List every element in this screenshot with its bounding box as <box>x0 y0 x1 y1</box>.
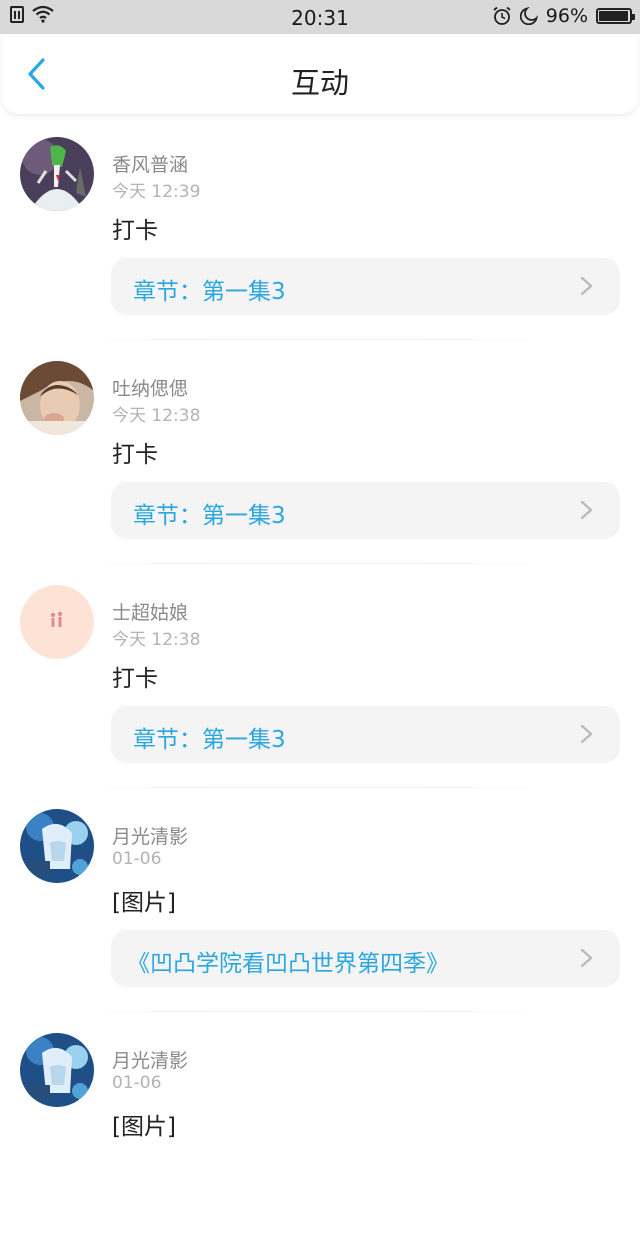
chapter-label: 《凹凸学院看凹凸世界第四季》 <box>127 951 449 977</box>
message-text: 打卡 <box>112 442 158 468</box>
battery-icon <box>596 8 635 24</box>
chapter-link-card[interactable]: 章节：第一集3 <box>111 258 620 315</box>
avatar[interactable] <box>20 361 94 435</box>
page-title: 互动 <box>290 66 349 100</box>
avatar[interactable] <box>20 585 94 659</box>
chapter-label: 章节：第一集3 <box>133 503 286 529</box>
portrait-avatar-image <box>20 361 94 435</box>
interaction-feed: 香风普涵 今天 12:39 打卡 章节：第一集3 吐纳偲偲 今天 12:38 打… <box>0 118 640 1238</box>
divider <box>108 563 528 564</box>
chapter-link-card[interactable]: 章节：第一集3 <box>111 706 620 763</box>
timestamp: 今天 12:38 <box>112 630 201 650</box>
feed-item: 月光清影 01-06 [图片] <box>0 1014 640 1238</box>
message-text: 打卡 <box>112 218 158 244</box>
divider <box>108 787 528 788</box>
gardevoir-avatar-image <box>20 137 94 211</box>
chapter-link-card[interactable]: 《凹凸学院看凹凸世界第四季》 <box>111 930 620 987</box>
feed-item: 月光清影 01-06 [图片] 《凹凸学院看凹凸世界第四季》 <box>0 790 640 1014</box>
status-bar: 20:31 96% <box>0 0 640 34</box>
chevron-right-icon <box>580 948 593 968</box>
username[interactable]: 吐纳偲偲 <box>112 374 188 401</box>
feed-item: 士超姑娘 今天 12:38 打卡 章节：第一集3 <box>0 566 640 790</box>
username[interactable]: 士超姑娘 <box>112 598 188 625</box>
couple-avatar-image <box>20 585 94 659</box>
username[interactable]: 月光清影 <box>112 822 188 849</box>
avatar[interactable] <box>20 137 94 211</box>
chevron-right-icon <box>580 500 593 520</box>
username[interactable]: 香风普涵 <box>112 150 188 177</box>
feed-item: 香风普涵 今天 12:39 打卡 章节：第一集3 <box>0 118 640 342</box>
chapter-label: 章节：第一集3 <box>133 279 286 305</box>
alarm-icon <box>493 6 511 25</box>
avatar[interactable] <box>20 809 94 883</box>
chapter-label: 章节：第一集3 <box>133 727 286 753</box>
battery-percent: 96% <box>545 5 588 27</box>
message-text: [图片] <box>112 1114 176 1140</box>
chevron-right-icon <box>580 276 593 296</box>
divider <box>108 1011 528 1012</box>
divider <box>108 339 528 340</box>
timestamp: 01-06 <box>112 1073 162 1093</box>
feed-item: 吐纳偲偲 今天 12:38 打卡 章节：第一集3 <box>0 342 640 566</box>
anime-avatar-image <box>20 1033 94 1107</box>
message-text: [图片] <box>112 890 176 916</box>
anime-avatar-image <box>20 809 94 883</box>
username[interactable]: 月光清影 <box>112 1046 188 1073</box>
message-text: 打卡 <box>112 666 158 692</box>
moon-icon <box>519 7 538 25</box>
avatar[interactable] <box>20 1033 94 1107</box>
timestamp: 今天 12:38 <box>112 406 201 426</box>
battery-fill <box>599 11 628 21</box>
timestamp: 今天 12:39 <box>112 182 201 202</box>
chevron-right-icon <box>580 724 593 744</box>
status-right: 96% <box>492 5 635 27</box>
chapter-link-card[interactable]: 章节：第一集3 <box>111 482 620 539</box>
nav-header: 互动 <box>2 34 638 114</box>
timestamp: 01-06 <box>112 849 162 869</box>
